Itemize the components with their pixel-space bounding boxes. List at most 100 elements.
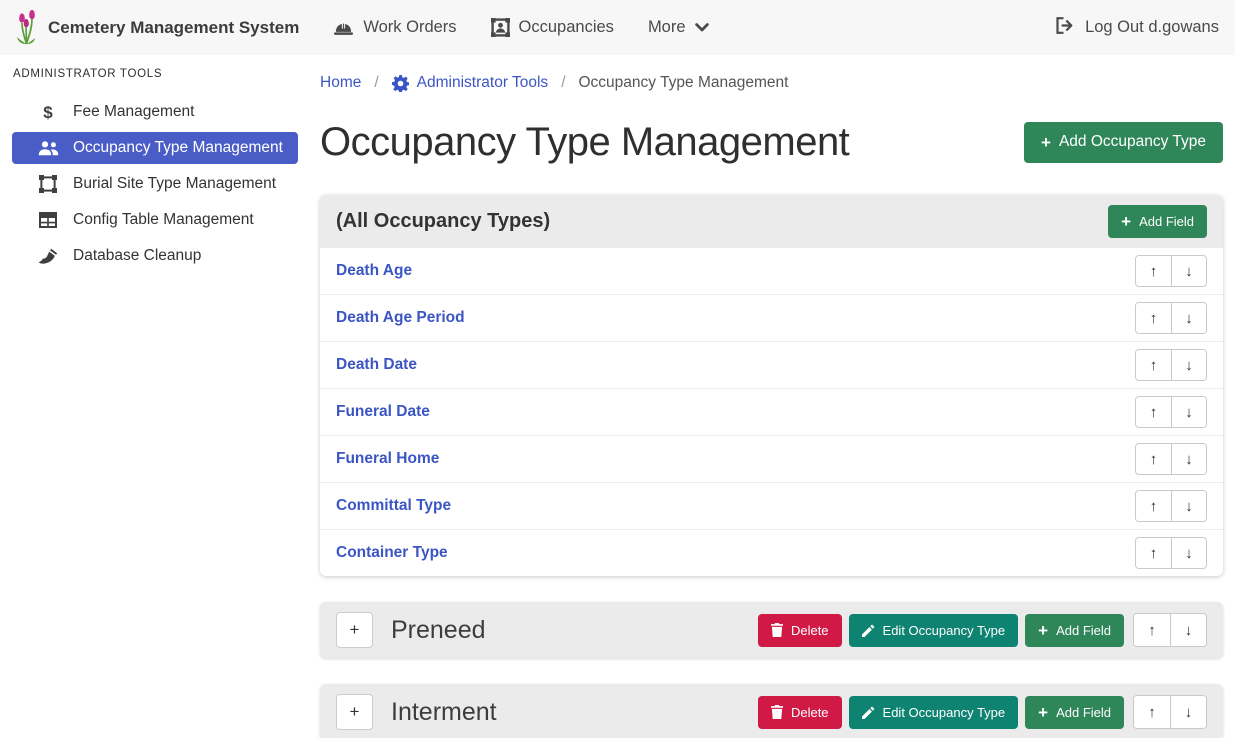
field-row: Container Type ↑ ↓ [320,529,1223,576]
table-icon [35,212,61,228]
sidebar-item-label: Occupancy Type Management [73,139,283,157]
move-down-button[interactable]: ↓ [1171,491,1206,521]
move-down-button[interactable]: ↓ [1170,696,1206,728]
users-icon [35,140,61,156]
field-link-death-date[interactable]: Death Date [336,356,417,374]
trash-icon [771,623,783,637]
expand-button[interactable]: + [336,612,373,648]
sidebar-item-config-table-management[interactable]: Config Table Management [12,204,298,236]
hard-hat-icon [333,20,354,36]
move-up-button[interactable]: ↑ [1136,538,1171,568]
breadcrumb-home-link[interactable]: Home [320,74,361,92]
reorder-group: ↑ ↓ [1135,490,1207,522]
delete-label: Delete [791,705,829,720]
move-up-button[interactable]: ↑ [1136,303,1171,333]
move-down-button[interactable]: ↓ [1171,350,1206,380]
sidebar-item-occupancy-type-management[interactable]: Occupancy Type Management [12,132,298,164]
edit-occupancy-type-label: Edit Occupancy Type [883,705,1006,720]
delete-button[interactable]: Delete [758,696,842,729]
move-up-button[interactable]: ↑ [1136,256,1171,286]
sidebar-item-database-cleanup[interactable]: Database Cleanup [12,240,298,272]
plus-icon: + [1121,213,1131,230]
field-link-funeral-date[interactable]: Funeral Date [336,403,430,421]
move-up-button[interactable]: ↑ [1136,397,1171,427]
reorder-group: ↑ ↓ [1133,613,1207,647]
breadcrumb-current: Occupancy Type Management [579,74,789,92]
portrait-icon [491,18,510,37]
move-up-button[interactable]: ↑ [1136,491,1171,521]
edit-occupancy-type-button[interactable]: Edit Occupancy Type [849,614,1019,647]
reorder-group: ↑ ↓ [1135,537,1207,569]
gear-icon [392,75,409,92]
move-down-button[interactable]: ↓ [1171,538,1206,568]
move-down-button[interactable]: ↓ [1171,256,1206,286]
broom-icon [35,248,61,265]
add-field-button[interactable]: + Add Field [1025,696,1124,729]
section-title: Interment [391,698,497,727]
sidebar-item-label: Burial Site Type Management [73,175,276,193]
sidebar-item-burial-site-type-management[interactable]: Burial Site Type Management [12,168,298,200]
expand-button[interactable]: + [336,694,373,730]
reorder-group: ↑ ↓ [1133,695,1207,729]
reorder-group: ↑ ↓ [1135,255,1207,287]
move-up-button[interactable]: ↑ [1134,696,1170,728]
move-up-button[interactable]: ↑ [1134,614,1170,646]
nav-occupancies[interactable]: Occupancies [491,18,614,37]
pencil-icon [862,624,875,637]
pencil-icon [862,706,875,719]
edit-occupancy-type-button[interactable]: Edit Occupancy Type [849,696,1019,729]
breadcrumb-admin-tools-link[interactable]: Administrator Tools [392,74,549,92]
field-row: Funeral Date ↑ ↓ [320,388,1223,435]
section-preneed: + Preneed Delete [320,602,1223,658]
reorder-group: ↑ ↓ [1135,443,1207,475]
reorder-group: ↑ ↓ [1135,302,1207,334]
field-link-death-age-period[interactable]: Death Age Period [336,309,465,327]
add-field-button[interactable]: + Add Field [1108,205,1207,238]
field-row: Death Age ↑ ↓ [320,247,1223,294]
sidebar-item-fee-management[interactable]: $ Fee Management [12,96,298,128]
delete-button[interactable]: Delete [758,614,842,647]
delete-label: Delete [791,623,829,638]
plus-icon: + [1038,622,1048,639]
top-navbar: Cemetery Management System Work Orders O… [0,0,1235,55]
dollar-icon: $ [35,104,61,121]
field-link-funeral-home[interactable]: Funeral Home [336,450,439,468]
move-down-button[interactable]: ↓ [1171,303,1206,333]
brand-title: Cemetery Management System [48,18,299,38]
brand[interactable]: Cemetery Management System [14,10,299,46]
add-occupancy-type-label: Add Occupancy Type [1059,133,1206,151]
nav-occupancies-label: Occupancies [519,18,614,37]
add-field-label: Add Field [1056,623,1111,638]
sidebar-item-label: Database Cleanup [73,247,201,265]
add-field-button[interactable]: + Add Field [1025,614,1124,647]
move-down-button[interactable]: ↓ [1171,397,1206,427]
field-link-container-type[interactable]: Container Type [336,544,448,562]
reorder-group: ↑ ↓ [1135,396,1207,428]
move-down-button[interactable]: ↓ [1171,444,1206,474]
move-up-button[interactable]: ↑ [1136,350,1171,380]
move-down-button[interactable]: ↓ [1170,614,1206,646]
all-occupancy-types-card: (All Occupancy Types) + Add Field Death … [320,195,1223,576]
page-title: Occupancy Type Management [320,115,849,169]
main-content: Home / Administrator Tools / Occupancy T… [310,55,1235,738]
section-interment: + Interment Delete [320,684,1223,738]
all-occupancy-types-header: (All Occupancy Types) + Add Field [320,195,1223,247]
plus-icon: + [1038,704,1048,721]
breadcrumb: Home / Administrator Tools / Occupancy T… [320,71,1223,95]
field-row: Committal Type ↑ ↓ [320,482,1223,529]
add-occupancy-type-button[interactable]: + Add Occupancy Type [1024,122,1223,163]
nav-logout[interactable]: Log Out d.gowans [1056,17,1221,39]
logout-icon [1056,17,1075,39]
field-link-death-age[interactable]: Death Age [336,262,412,280]
nav-more-label: More [648,18,686,37]
nav-work-orders[interactable]: Work Orders [333,18,456,37]
tulip-logo-icon [14,10,38,46]
move-up-button[interactable]: ↑ [1136,444,1171,474]
all-occupancy-types-title: (All Occupancy Types) [336,210,550,233]
add-field-label: Add Field [1056,705,1111,720]
field-link-committal-type[interactable]: Committal Type [336,497,451,515]
breadcrumb-separator: / [561,74,565,92]
nav-more[interactable]: More [648,18,709,37]
field-row: Death Age Period ↑ ↓ [320,294,1223,341]
plus-icon: + [1041,134,1051,151]
